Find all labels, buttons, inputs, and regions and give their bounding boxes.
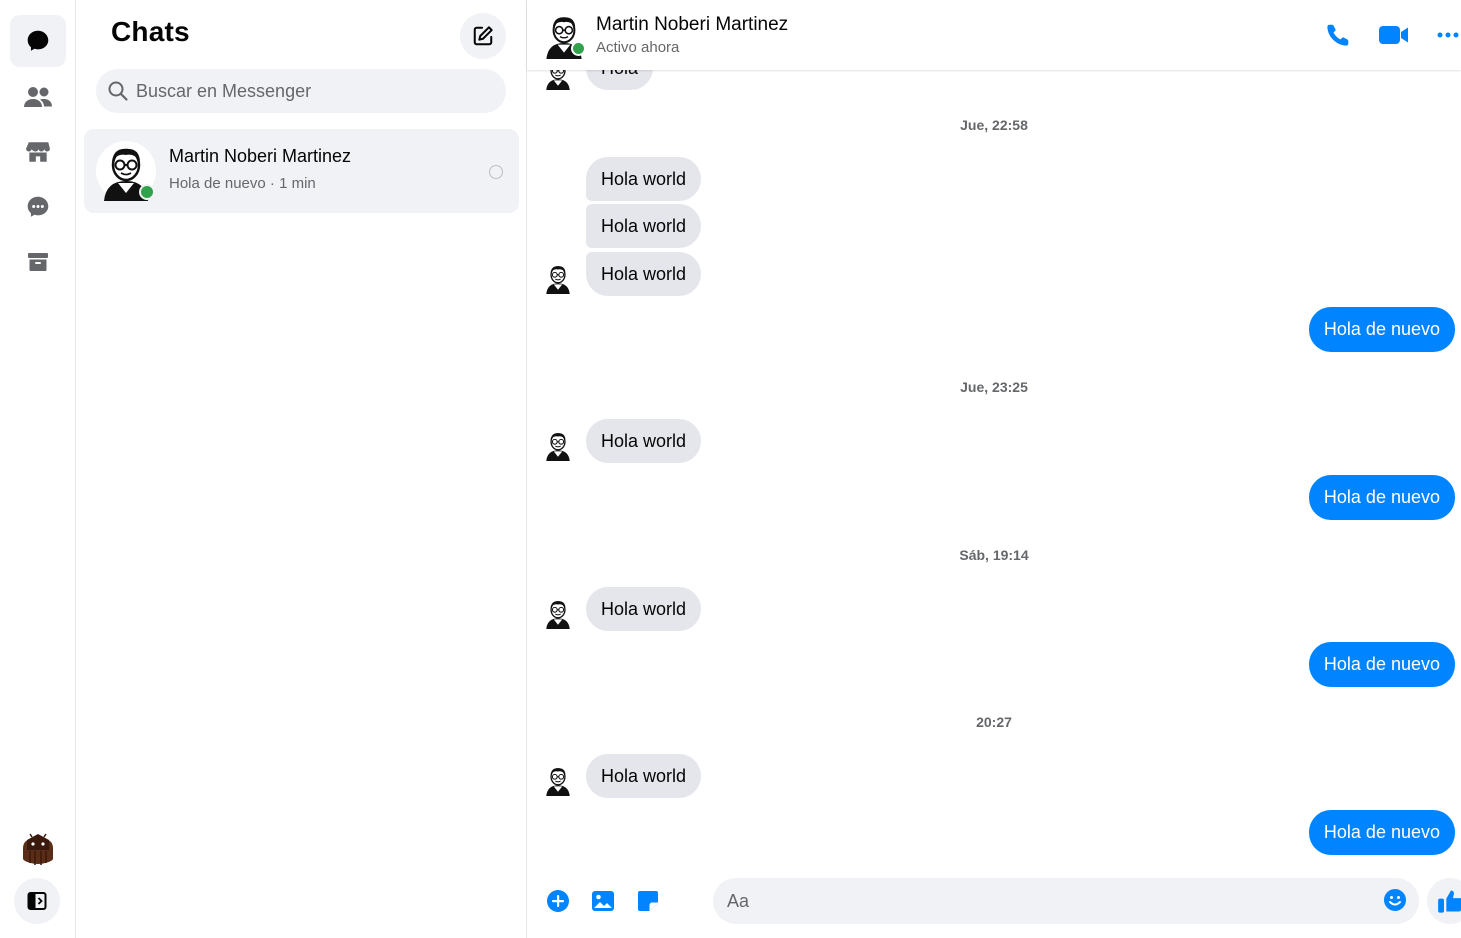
- sender-avatar: [542, 261, 574, 295]
- search-input[interactable]: [136, 80, 476, 102]
- more-actions-button[interactable]: [545, 888, 571, 914]
- message-bubble-in[interactable]: Hola world: [586, 754, 702, 798]
- sticker-button[interactable]: [635, 888, 661, 914]
- rail-requests-button[interactable]: [10, 181, 66, 233]
- emoji-icon: [1384, 889, 1406, 911]
- message-bubble-out[interactable]: Hola de nuevo: [1308, 475, 1455, 520]
- rail-marketplace-button[interactable]: [10, 126, 66, 178]
- android-avatar: [18, 826, 58, 866]
- conversation-pane: Martin Noberi Martinez Activo ahora Hola…: [527, 0, 1461, 938]
- search-box[interactable]: [96, 69, 506, 113]
- attach-photo-button[interactable]: [590, 888, 616, 914]
- sticker-icon: [638, 891, 658, 911]
- compose-icon: [473, 26, 493, 46]
- store-icon: [26, 142, 50, 162]
- message-bubble-in[interactable]: Hola world: [586, 252, 702, 296]
- contact-avatar: [94, 139, 158, 203]
- sender-avatar: [542, 428, 574, 462]
- header-status: Activo ahora: [596, 39, 680, 56]
- conversation-item[interactable]: Martin Noberi Martinez Hola de nuevo · 1…: [84, 129, 519, 213]
- rail-people-button[interactable]: [10, 71, 66, 123]
- sidebar-toggle-icon: [27, 892, 47, 910]
- phone-icon: [1327, 24, 1349, 46]
- timestamp: 20:27: [976, 714, 1012, 730]
- timestamp: Jue, 22:58: [960, 117, 1028, 133]
- archive-icon: [28, 253, 48, 271]
- image-icon: [592, 891, 614, 911]
- message-bubble-in[interactable]: Hola world: [586, 419, 702, 463]
- message-thread: Hola Jue, 22:58 Hola world Hola world Ho…: [527, 0, 1461, 860]
- search-icon: [108, 81, 128, 101]
- profile-avatar[interactable]: [18, 826, 58, 866]
- plus-circle-icon: [547, 890, 569, 912]
- send-like-button[interactable]: [1427, 878, 1461, 924]
- message-bubble-in[interactable]: Hola world: [586, 204, 702, 248]
- read-status-icon: [489, 165, 503, 179]
- preview-text: Hola de nuevo: [169, 175, 266, 192]
- sender-avatar: [542, 596, 574, 630]
- message-bubble-in[interactable]: Hola world: [586, 157, 702, 201]
- message-input[interactable]: [727, 878, 1367, 924]
- more-options-button[interactable]: [1433, 20, 1461, 50]
- conversation-name: Martin Noberi Martinez: [169, 146, 352, 166]
- conversation-header: Martin Noberi Martinez Activo ahora: [527, 0, 1461, 70]
- online-indicator: [571, 41, 586, 56]
- timestamp: Jue, 23:25: [960, 379, 1028, 395]
- emoji-button[interactable]: [1383, 888, 1409, 914]
- message-dots-icon: [27, 196, 49, 217]
- rail-archived-button[interactable]: [10, 236, 66, 288]
- sender-avatar: [542, 763, 574, 797]
- preview-time: 1 min: [279, 175, 316, 192]
- people-icon: [24, 87, 52, 107]
- message-bubble-out[interactable]: Hola de nuevo: [1308, 810, 1455, 855]
- conversation-preview: Hola de nuevo · 1 min: [169, 175, 316, 192]
- header-contact-name[interactable]: Martin Noberi Martinez: [596, 14, 788, 36]
- message-input-box[interactable]: [713, 878, 1419, 924]
- video-icon: [1379, 26, 1408, 44]
- video-call-button[interactable]: [1377, 20, 1411, 50]
- page-title: Chats: [111, 16, 190, 47]
- message-composer: [527, 862, 1461, 938]
- separator-dot: ·: [265, 175, 280, 192]
- online-indicator: [139, 184, 155, 200]
- more-icon: [1437, 32, 1459, 38]
- sidebar-toggle-button[interactable]: [14, 878, 60, 924]
- call-button[interactable]: [1323, 20, 1353, 50]
- message-bubble-in[interactable]: Hola world: [586, 587, 702, 631]
- message-bubble-out[interactable]: Hola de nuevo: [1308, 642, 1455, 687]
- rail-chats-button[interactable]: [10, 15, 66, 67]
- chat-list-panel: Chats Martin Noberi Martinez Hola de nue…: [76, 0, 527, 938]
- nav-rail: [0, 0, 76, 938]
- thumbs-up-icon: [1438, 890, 1461, 913]
- header-avatar[interactable]: [539, 10, 589, 60]
- new-message-button[interactable]: [460, 13, 506, 59]
- timestamp: Sáb, 19:14: [959, 547, 1029, 563]
- message-bubble-out[interactable]: Hola de nuevo: [1308, 307, 1455, 352]
- chat-bubble-icon: [27, 30, 49, 51]
